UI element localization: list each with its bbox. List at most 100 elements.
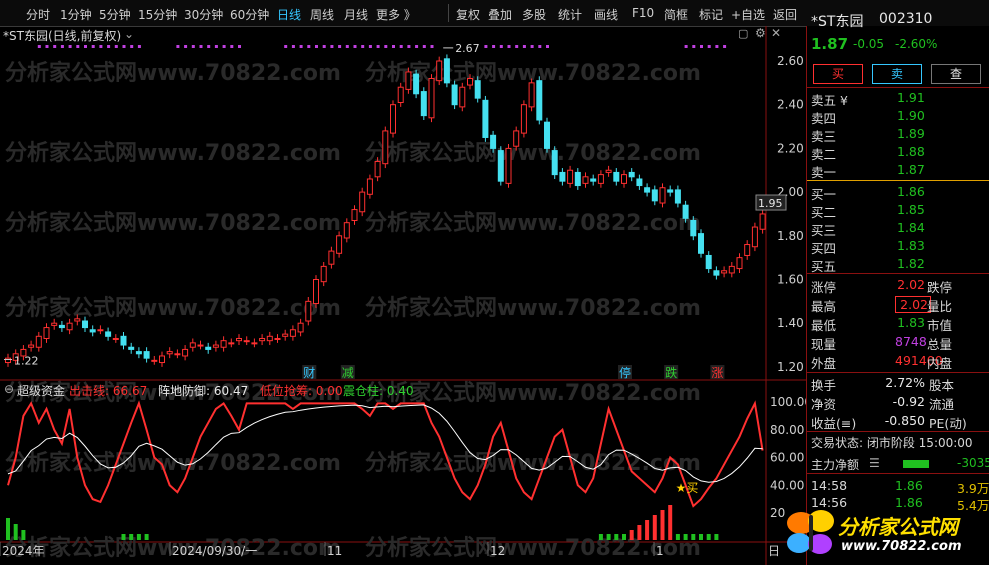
fuquan-button[interactable]: 复权: [456, 6, 480, 23]
mark-button[interactable]: 标记: [699, 6, 723, 23]
signal-dot: [60, 45, 64, 48]
candle-body: [274, 337, 281, 340]
price-chart[interactable]: 分析家公式网www.70822.com 分析家公式网www.70822.com 分析…: [0, 26, 806, 565]
candle-body: [197, 344, 204, 347]
period-1min[interactable]: 1分钟: [60, 6, 92, 23]
list-icon[interactable]: ☰: [869, 456, 880, 470]
candle-body: [728, 265, 735, 274]
signal-dot: [723, 45, 727, 48]
period-5min[interactable]: 5分钟: [99, 6, 131, 23]
signal-dot: [700, 45, 703, 48]
draw-line-button[interactable]: 画线: [594, 6, 618, 23]
signal-dot: [484, 45, 488, 48]
candle-body: [359, 191, 366, 213]
period-daily[interactable]: 日线: [277, 6, 301, 23]
shake-bar: [706, 534, 711, 540]
simple-frame-button[interactable]: 简框: [664, 6, 688, 23]
candle-body: [228, 342, 235, 345]
event-label: 财: [303, 366, 315, 380]
period-60min[interactable]: 60分钟: [230, 6, 269, 23]
multi-stock-button[interactable]: 多股: [522, 6, 546, 23]
add-watchlist-button[interactable]: +自选: [731, 6, 765, 23]
signal-dot: [230, 45, 234, 48]
signal-dot: [315, 45, 318, 48]
candle-body: [482, 99, 489, 138]
divider: [807, 87, 989, 88]
candle-body: [128, 346, 135, 350]
candle-body: [467, 77, 473, 86]
candle-body: [112, 337, 119, 340]
bid-row[interactable]: 买四 1.83: [807, 237, 989, 256]
query-button[interactable]: 查: [931, 64, 981, 84]
period-15min[interactable]: 15分钟: [138, 6, 177, 23]
bid-row[interactable]: 买二 1.85: [807, 201, 989, 220]
candle-body: [66, 322, 73, 331]
candle-body: [651, 189, 658, 202]
candle-body: [505, 147, 512, 184]
shake-bar: [136, 534, 141, 540]
signal-dot: [522, 45, 526, 48]
signal-dot: [499, 45, 503, 48]
x-axis-label: 2024/09/30/一: [172, 544, 257, 558]
indicator-collapse-icon[interactable]: ⊖: [4, 382, 14, 396]
stat-row: 换手 2.72% 股本: [811, 375, 955, 393]
indicator-y-tick: 80.00: [770, 423, 804, 437]
candle-body: [212, 344, 219, 348]
candle-body: [644, 187, 651, 193]
bid-row[interactable]: 买一 1.86: [807, 183, 989, 202]
stat-row: 收益(≡) -0.850 PE(动): [811, 413, 967, 431]
period-more[interactable]: 更多 》: [376, 6, 416, 23]
ask-row[interactable]: 卖四 1.90: [807, 107, 989, 126]
event-label: 跌: [665, 365, 677, 380]
buy-button[interactable]: 买: [813, 64, 863, 84]
y-tick-label: 2.20: [777, 141, 804, 155]
indicator-y-tick: 100.00: [770, 395, 806, 409]
signal-dot: [707, 45, 711, 48]
signal-dot: [322, 45, 326, 48]
bid-row[interactable]: 买五 1.82: [807, 255, 989, 274]
period-fenshi[interactable]: 分时: [26, 6, 50, 23]
ask-row[interactable]: 卖二 1.88: [807, 143, 989, 162]
shake-bar: [21, 530, 26, 540]
shake-bar: [714, 534, 719, 540]
site-logo: 分析家公式网 www.70822.com: [783, 505, 983, 561]
period-monthly[interactable]: 月线: [344, 6, 368, 23]
f10-button[interactable]: F10: [632, 6, 654, 20]
period-30min[interactable]: 30分钟: [184, 6, 223, 23]
signal-dot: [392, 45, 395, 48]
stock-code: 002310: [879, 11, 933, 27]
signal-dot: [546, 45, 549, 48]
candle-body: [674, 189, 681, 204]
price-change-pct: -2.60%: [895, 37, 938, 51]
bid-row[interactable]: 买三 1.84: [807, 219, 989, 238]
statistics-button[interactable]: 统计: [558, 6, 582, 23]
shake-bar: [691, 534, 696, 540]
period-weekly[interactable]: 周线: [310, 6, 334, 23]
divider: [807, 431, 989, 432]
signal-dot: [199, 45, 203, 48]
signal-dot: [37, 45, 41, 48]
sell-button[interactable]: 卖: [872, 64, 922, 84]
ask-row[interactable]: 卖三 1.89: [807, 125, 989, 144]
overlay-button[interactable]: 叠加: [488, 6, 512, 23]
shake-bar: [598, 534, 603, 540]
y-tick-label: 1.60: [777, 273, 804, 287]
signal-dot: [368, 45, 372, 48]
shake-bar: [683, 534, 688, 540]
back-button[interactable]: 返回: [773, 6, 797, 23]
x-axis-label: 11: [327, 544, 342, 558]
candle-body: [374, 161, 381, 178]
ask-row[interactable]: 卖一 1.87: [807, 161, 989, 180]
signal-dot: [291, 45, 295, 48]
candle-body: [759, 213, 766, 230]
signal-dot: [84, 45, 87, 48]
toolbar-divider: [448, 4, 449, 22]
ask-row[interactable]: 卖五 ¥1.91: [807, 89, 989, 108]
row-price: 1.85: [897, 202, 925, 217]
orderbook-divider: [807, 180, 989, 181]
shake-bar: [6, 518, 10, 540]
row-price: 1.91: [897, 90, 925, 105]
signal-dot: [399, 45, 403, 48]
candle-body: [597, 174, 604, 184]
candle-body: [490, 134, 497, 149]
